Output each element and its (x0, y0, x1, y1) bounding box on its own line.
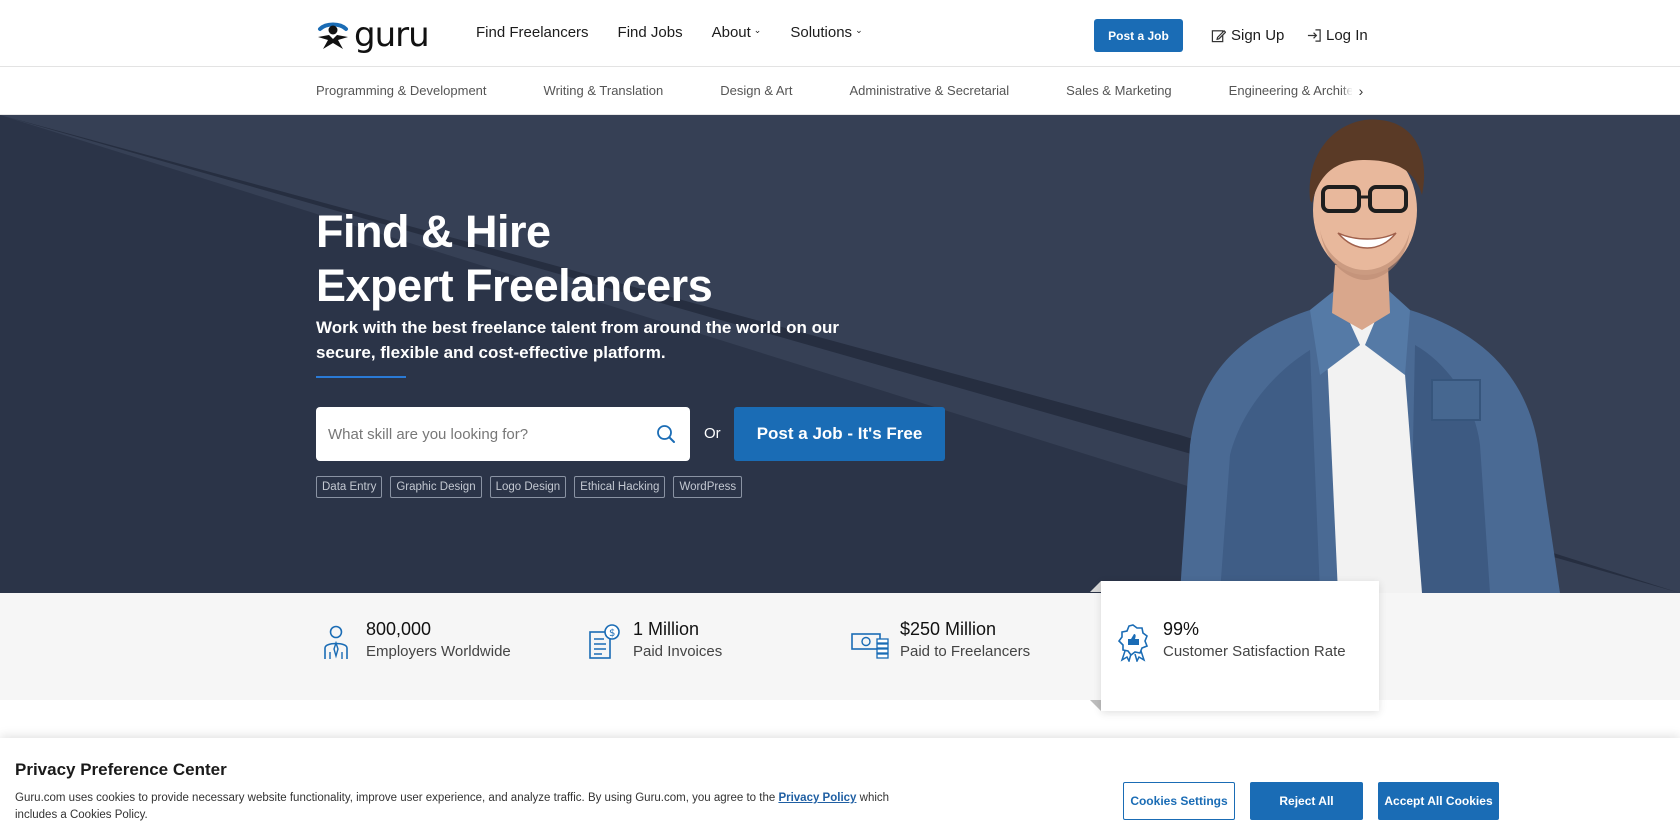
category-administrative[interactable]: Administrative & Secretarial (850, 83, 1010, 98)
log-in-link[interactable]: Log In (1307, 27, 1368, 44)
chevron-down-icon: ⌄ (855, 25, 863, 35)
employer-icon (324, 625, 348, 659)
hero-person-image (1180, 119, 1560, 593)
hero-divider (316, 376, 406, 378)
category-sales[interactable]: Sales & Marketing (1066, 83, 1172, 98)
svg-text:$: $ (609, 628, 615, 639)
privacy-policy-link[interactable]: Privacy Policy (778, 792, 856, 804)
stat-value: 99% (1163, 619, 1200, 639)
stats-bar (0, 593, 1680, 700)
tag-ethical-hacking[interactable]: Ethical Hacking (574, 476, 666, 498)
stat-value: 1 Million (633, 619, 700, 639)
post-job-free-button[interactable]: Post a Job - It's Free (734, 407, 945, 461)
sign-up-link[interactable]: Sign Up (1211, 27, 1284, 44)
category-bar: Programming & Development Writing & Tran… (0, 67, 1680, 115)
reject-all-button[interactable]: Reject All (1250, 782, 1363, 820)
or-label: Or (704, 425, 721, 442)
edit-icon (1211, 29, 1226, 43)
accept-all-cookies-button[interactable]: Accept All Cookies (1378, 782, 1499, 820)
stat-employers: 800,000 Employers Worldwide (316, 618, 511, 664)
stat-label: Paid Invoices (633, 643, 723, 660)
hero-title-line-2: Expert Freelancers (316, 260, 713, 311)
popular-tags: Data Entry Graphic Design Logo Design Et… (316, 476, 743, 498)
guru-logo-icon (318, 22, 348, 49)
stat-paid: $250 Million Paid to Freelancers (850, 618, 1030, 664)
cookie-text: Guru.com uses cookies to provide necessa… (15, 790, 915, 824)
hero-title: Find & Hire Expert Freelancers (316, 205, 713, 313)
log-in-label: Log In (1326, 27, 1368, 44)
login-icon (1307, 29, 1321, 42)
site-header: guru Find Freelancers Find Jobs About ⌄ S… (0, 0, 1680, 67)
hero-subtitle: Work with the best freelance talent from… (316, 318, 839, 362)
invoice-icon: $ (589, 624, 620, 659)
nav-find-freelancers[interactable]: Find Freelancers (476, 24, 589, 41)
stat-invoices: $ 1 Million Paid Invoices (583, 618, 722, 664)
main-nav: Find Freelancers Find Jobs About ⌄ Soluti… (476, 24, 863, 41)
chevron-down-icon: ⌄ (753, 25, 762, 35)
category-engineering[interactable]: Engineering & Architecture (1229, 83, 1354, 98)
hero-section: Find & Hire Expert Freelancers Work with… (0, 115, 1680, 593)
chevron-right-icon[interactable]: › (1352, 79, 1370, 103)
card-fold-decoration (1090, 700, 1101, 711)
nav-find-jobs[interactable]: Find Jobs (618, 24, 683, 41)
post-job-button[interactable]: Post a Job (1094, 19, 1183, 52)
nav-label: Find Jobs (617, 24, 683, 41)
category-programming[interactable]: Programming & Development (316, 83, 487, 98)
cookie-banner: Privacy Preference Center Guru.com uses … (0, 738, 1680, 840)
money-icon (851, 633, 889, 659)
tag-wordpress[interactable]: WordPress (673, 476, 743, 498)
nav-label: Find Freelancers (476, 24, 589, 41)
hero-title-line-1: Find & Hire (316, 206, 551, 257)
cookie-text-part: Guru.com uses cookies to provide necessa… (15, 792, 779, 804)
skill-search-input[interactable] (328, 407, 648, 461)
stat-satisfaction: 99% Customer Satisfaction Rate (1113, 618, 1346, 664)
nav-about[interactable]: About ⌄ (712, 24, 762, 41)
logo-wordmark: guru (354, 15, 430, 55)
stat-label: Paid to Freelancers (900, 643, 1031, 660)
award-icon (1117, 624, 1149, 662)
tag-graphic-design[interactable]: Graphic Design (390, 476, 482, 498)
card-fold-decoration (1090, 581, 1101, 592)
cookies-settings-button[interactable]: Cookies Settings (1123, 782, 1235, 820)
tag-data-entry[interactable]: Data Entry (316, 476, 383, 498)
guru-logo[interactable]: guru (316, 15, 430, 55)
nav-label: About (711, 24, 751, 41)
stat-label: Employers Worldwide (366, 643, 511, 660)
tag-logo-design[interactable]: Logo Design (489, 476, 567, 498)
stat-value: $250 Million (900, 619, 997, 639)
nav-label: Solutions (790, 24, 853, 41)
skill-search (316, 407, 690, 461)
category-design[interactable]: Design & Art (720, 83, 792, 98)
sign-up-label: Sign Up (1231, 27, 1285, 44)
stat-label: Customer Satisfaction Rate (1163, 643, 1346, 660)
search-icon[interactable] (656, 424, 676, 449)
category-writing[interactable]: Writing & Translation (544, 83, 664, 98)
nav-solutions[interactable]: Solutions ⌄ (790, 24, 862, 41)
category-list: Programming & Development Writing & Tran… (316, 83, 1354, 98)
stat-value: 800,000 (366, 619, 432, 639)
cookie-title: Privacy Preference Center (15, 760, 227, 779)
